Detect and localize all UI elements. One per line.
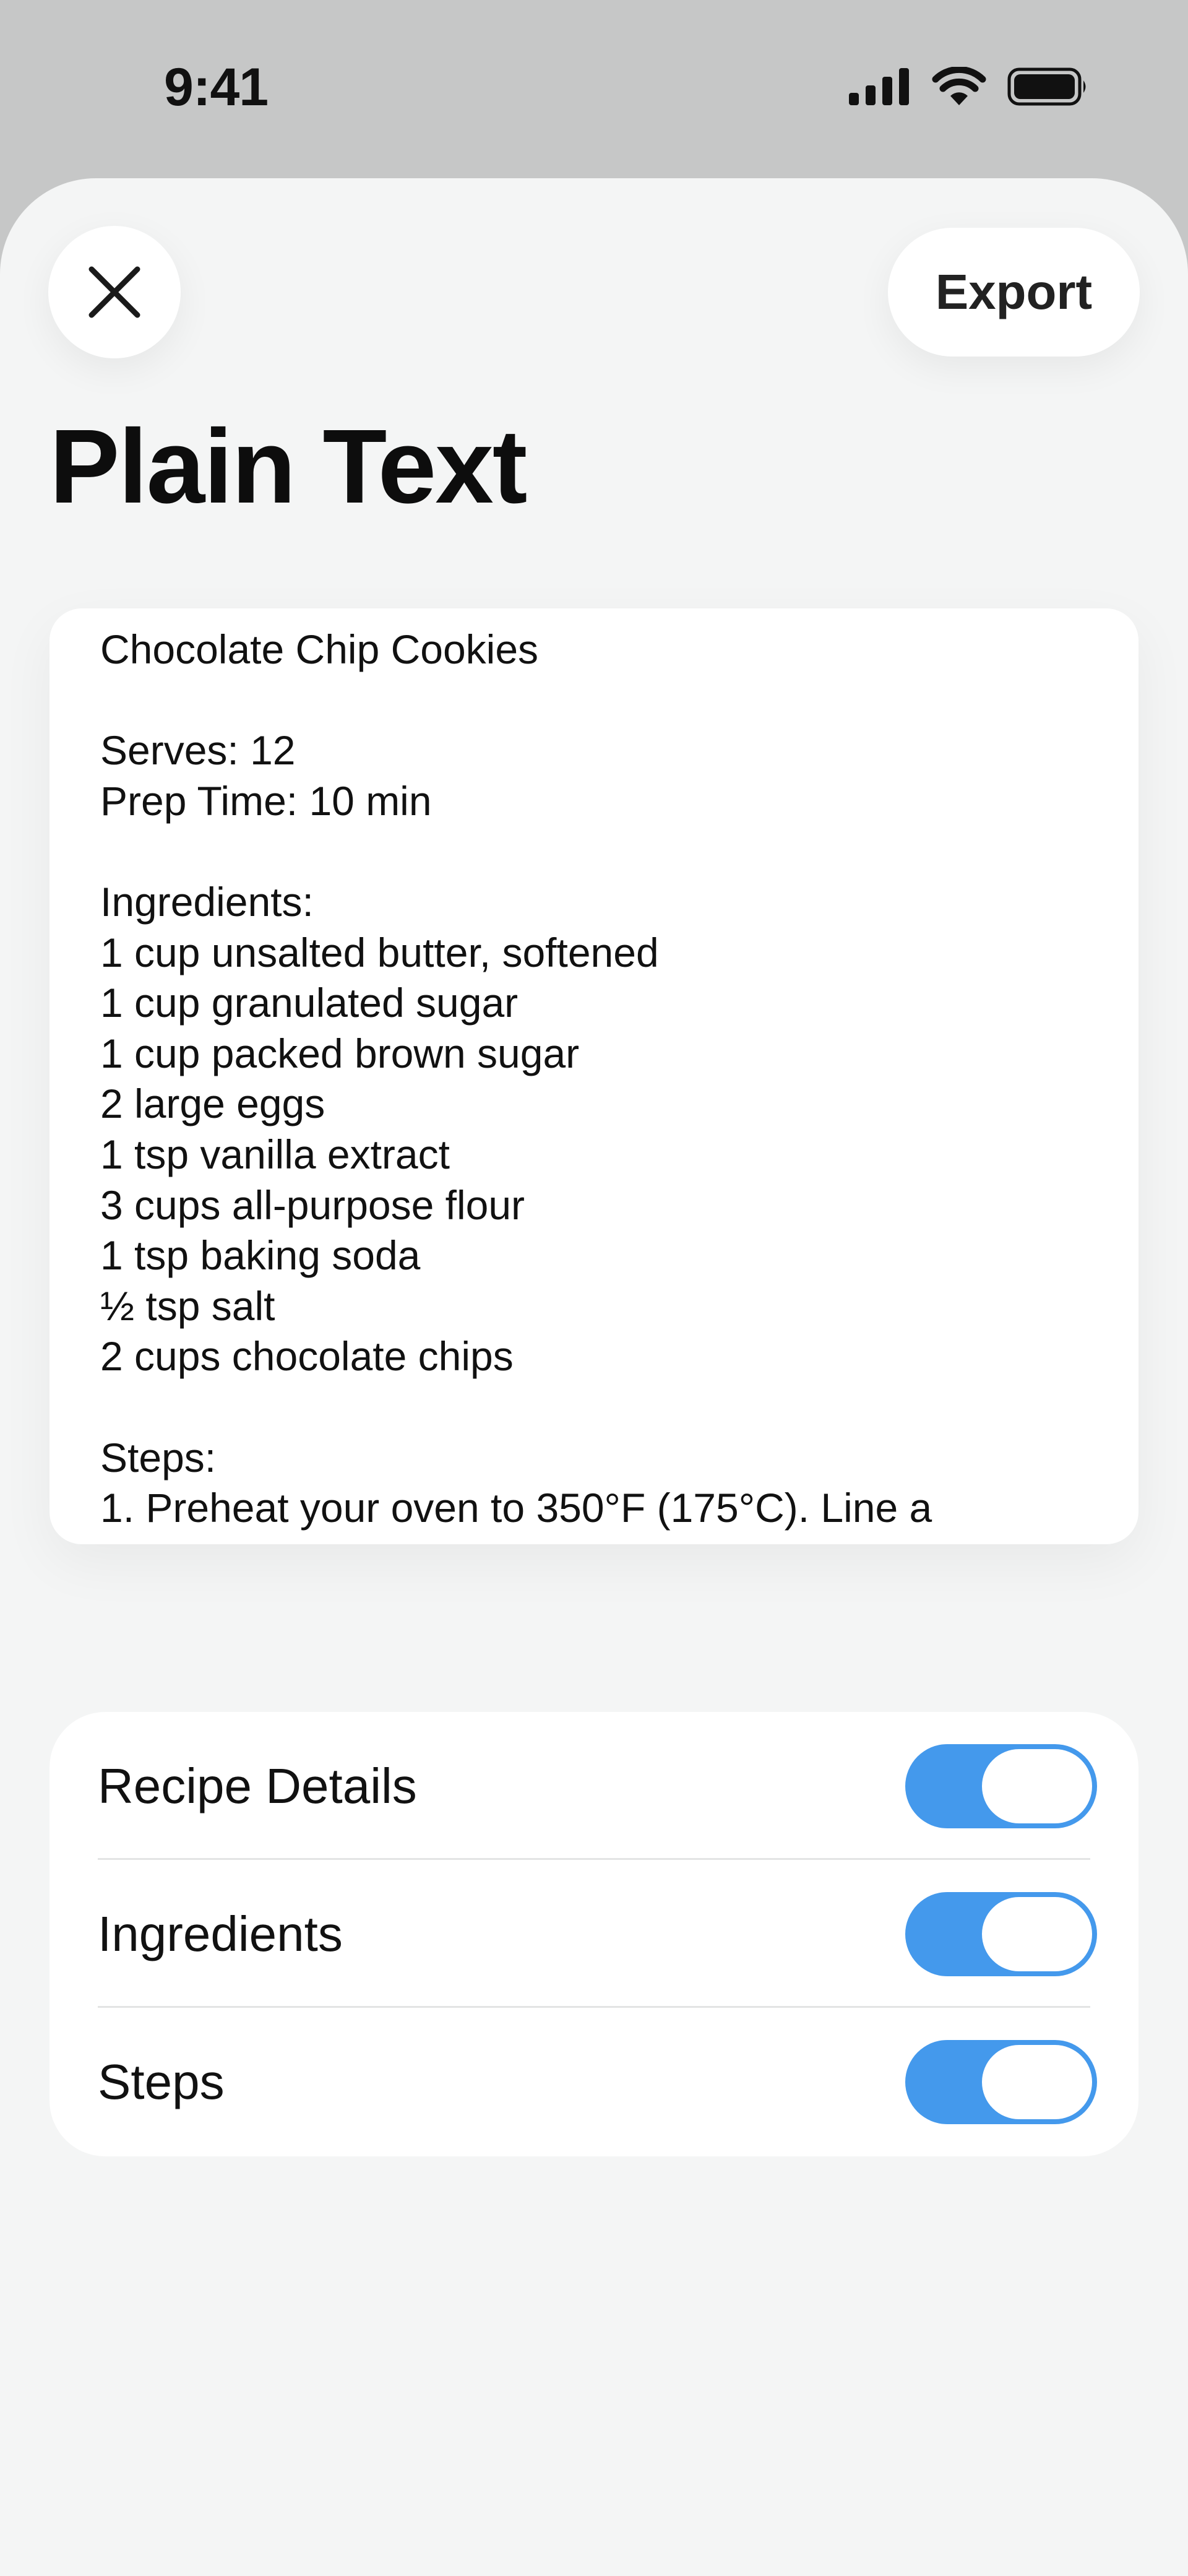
option-label: Ingredients — [98, 1906, 343, 1961]
close-icon — [88, 266, 140, 318]
close-button[interactable] — [48, 226, 181, 358]
export-options: Recipe Details Ingredients Steps — [50, 1712, 1138, 2156]
toggle-knob — [982, 1897, 1092, 1971]
status-time: 9:41 — [164, 58, 269, 117]
option-label: Recipe Details — [98, 1758, 417, 1813]
option-row-recipe-details: Recipe Details — [50, 1712, 1138, 1860]
preview-text: Chocolate Chip Cookies Serves: 12 Prep T… — [100, 626, 932, 1531]
ingredients-toggle[interactable] — [905, 1892, 1097, 1976]
toggle-knob — [982, 1749, 1092, 1823]
option-row-steps: Steps — [50, 2008, 1138, 2156]
option-label: Steps — [98, 2054, 225, 2109]
status-icons — [849, 67, 1089, 106]
status-bar: 9:41 — [0, 0, 1188, 179]
recipe-details-toggle[interactable] — [905, 1744, 1097, 1828]
export-sheet: Export Plain Text Chocolate Chip Cookies… — [0, 178, 1188, 2576]
steps-toggle[interactable] — [905, 2040, 1097, 2124]
page-title: Plain Text — [50, 408, 527, 525]
battery-icon — [1007, 67, 1086, 106]
cellular-signal-icon — [849, 68, 909, 105]
toggle-knob — [982, 2045, 1092, 2119]
export-button[interactable]: Export — [888, 228, 1140, 357]
plain-text-preview[interactable]: Chocolate Chip Cookies Serves: 12 Prep T… — [50, 608, 1138, 1544]
wifi-icon — [932, 67, 986, 105]
option-row-ingredients: Ingredients — [50, 1860, 1138, 2008]
